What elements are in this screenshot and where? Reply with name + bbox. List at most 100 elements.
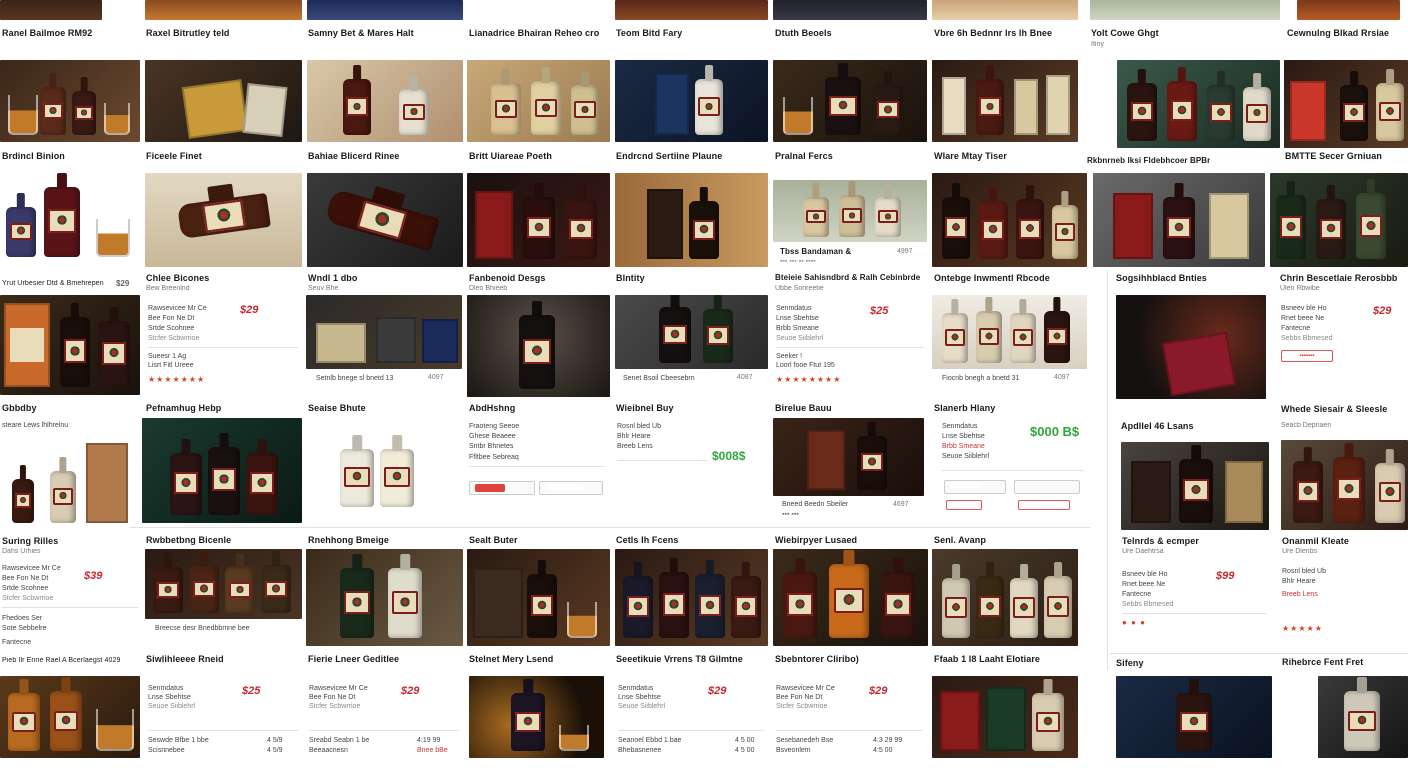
product-title[interactable]: Lianadrice Bhairan Reheo cro: [469, 28, 599, 38]
product-image[interactable]: [1270, 173, 1408, 267]
product-title[interactable]: Telnrds & ecmper: [1122, 536, 1199, 546]
product-detail-card[interactable]: Senmdatus Lnse Sbehtse Seuoe Siiblehrl $…: [145, 680, 302, 760]
product-image[interactable]: [306, 549, 463, 646]
product-title[interactable]: Seeetikuie Vrrens T8 Gilmtne: [616, 654, 743, 664]
product-title[interactable]: Yrut Urbesier Dtd & Bmehrepen: [2, 280, 104, 287]
product-title[interactable]: Vbre 6h Bednnr lrs lh Bnee: [934, 28, 1052, 38]
product-detail-card[interactable]: Bsneev ble Ho Rnet beee Ne Fantecne Sebb…: [1278, 295, 1408, 365]
product-image[interactable]: [334, 433, 426, 513]
product-title[interactable]: Apdllel 46 Lsans: [1121, 421, 1194, 431]
product-image[interactable]: [145, 0, 302, 20]
product-title[interactable]: Fanbenoid Desgs: [469, 273, 546, 283]
product-detail-card[interactable]: Rawsevicee Mr Ce Bee Fon Ne Dt Stcfer Sc…: [306, 680, 463, 760]
product-image[interactable]: [932, 549, 1078, 646]
product-image[interactable]: [307, 60, 463, 142]
product-image[interactable]: [1121, 442, 1269, 530]
product-title[interactable]: Wndl 1 dbo: [308, 273, 358, 283]
product-image[interactable]: [145, 173, 302, 267]
product-title[interactable]: Raxel Bitrutley teld: [146, 28, 230, 38]
product-image[interactable]: [773, 418, 924, 496]
add-to-cart-button[interactable]: [475, 484, 505, 492]
product-title[interactable]: Britt Uiareae Poeth: [469, 151, 552, 161]
product-image[interactable]: [773, 0, 927, 20]
product-image[interactable]: [1117, 60, 1280, 148]
product-image[interactable]: [1318, 676, 1408, 758]
product-image[interactable]: [1116, 295, 1266, 399]
product-detail-card[interactable]: Senmdatus Lnse Sbehtse Brbb Smeane Seuoe…: [773, 295, 927, 395]
product-image[interactable]: [1297, 0, 1400, 20]
product-title[interactable]: Pieb Ilr Enrie Rael A Bcerlaegst 4029: [2, 657, 121, 664]
product-title[interactable]: Sifeny: [1116, 658, 1144, 668]
product-title[interactable]: BMTTE Secer Grniuan: [1285, 151, 1382, 161]
product-title[interactable]: Rkbnrneb lksi Fldebhcoer BPBr: [1087, 156, 1210, 165]
product-image[interactable]: [615, 173, 768, 267]
product-detail-card[interactable]: Senmdatus Lnse Sbehtse Seuoe Siiblehrl $…: [615, 680, 768, 760]
product-title[interactable]: Rnehhong Bmeige: [308, 535, 389, 545]
product-image[interactable]: [1093, 173, 1265, 267]
product-title[interactable]: Bahiae Blicerd Rinee: [308, 151, 400, 161]
product-title[interactable]: Yolt Cowe Ghgt: [1091, 28, 1159, 38]
product-title[interactable]: Suring Rilles: [2, 536, 58, 546]
product-title[interactable]: Endrcnd Sertiine Plaune: [616, 151, 722, 161]
product-title[interactable]: Brdincl Binion: [2, 151, 65, 161]
product-image[interactable]: [0, 0, 102, 20]
product-title[interactable]: Sealt Buter: [469, 535, 518, 545]
product-image[interactable]: [467, 295, 610, 397]
product-image[interactable]: [1090, 0, 1280, 20]
product-title[interactable]: Blntity: [616, 273, 645, 283]
product-title[interactable]: Slanerb Hlany: [934, 403, 995, 413]
product-title[interactable]: Rwbbetbng Bicenle: [146, 535, 231, 545]
add-to-cart-button[interactable]: [950, 482, 980, 488]
product-image[interactable]: [615, 60, 768, 142]
product-image[interactable]: [932, 676, 1078, 758]
option-button[interactable]: [547, 484, 583, 490]
product-image[interactable]: [1281, 440, 1408, 530]
product-title[interactable]: Fierie Lneer Geditlee: [308, 654, 399, 664]
product-title[interactable]: Cetls Ih Fcens: [616, 535, 678, 545]
product-image[interactable]: [1284, 60, 1408, 148]
product-image[interactable]: [0, 60, 140, 142]
product-image[interactable]: [306, 295, 462, 369]
product-image[interactable]: [932, 295, 1087, 369]
product-title[interactable]: Cewnulng Blkad Rrsiae: [1287, 28, 1389, 38]
product-image[interactable]: [142, 418, 302, 523]
product-title[interactable]: Sbebntorer Cliribo): [775, 654, 859, 664]
product-image[interactable]: [773, 549, 928, 646]
product-title[interactable]: Bteieie Sahisndbrd & Ralh Cebinbrde: [775, 273, 920, 282]
product-image[interactable]: [0, 172, 140, 264]
product-title[interactable]: Onanmil Kleate: [1282, 536, 1349, 546]
product-image[interactable]: [615, 295, 768, 369]
option-button[interactable]: [946, 500, 982, 510]
product-image[interactable]: [0, 295, 140, 395]
product-title[interactable]: Wieibnel Buy: [616, 403, 674, 413]
product-title[interactable]: Seaise Bhute: [308, 403, 366, 413]
product-detail-card[interactable]: Senmdatus Lnse Sbehtse Brbb Smeane Seuoe…: [940, 418, 1088, 518]
product-image[interactable]: [467, 173, 610, 267]
product-title[interactable]: Chrin Bescetlaie Rerosbbb: [1280, 273, 1398, 283]
product-detail-card[interactable]: Rosnl bled Ub Bhlr Heare Breeb Lens $008…: [615, 418, 768, 478]
product-title[interactable]: Birelue Bauu: [775, 403, 832, 413]
product-title[interactable]: Senl. Avanp: [934, 535, 986, 545]
product-image[interactable]: [145, 549, 302, 619]
product-title[interactable]: Wiebirpyer Lusaed: [775, 535, 857, 545]
product-title[interactable]: Ficeele Finet: [146, 151, 202, 161]
product-image[interactable]: [773, 60, 927, 142]
product-detail-card[interactable]: Fraoteng Seeoe Ghese Beaeee Sntbr Bhnete…: [467, 418, 610, 508]
product-title[interactable]: Pefnamhug Hebp: [146, 403, 221, 413]
product-title[interactable]: Samny Bet & Mares Halt: [308, 28, 414, 38]
product-image[interactable]: [1116, 676, 1272, 758]
product-title[interactable]: Ontebge Inwmentl Rbcode: [934, 273, 1050, 283]
product-detail-card[interactable]: Rawsevicee Mr Ce Bee Fon Ne Dt Stcfer Sc…: [773, 680, 928, 760]
option-button[interactable]: [1018, 500, 1070, 510]
product-title[interactable]: AbdHshng: [469, 403, 515, 413]
product-title[interactable]: Ranel Bailmoe RM92: [2, 28, 92, 38]
product-image[interactable]: [467, 549, 610, 646]
product-title[interactable]: Wlare Mtay Tiser: [934, 151, 1007, 161]
product-image[interactable]: [615, 0, 768, 20]
product-image[interactable]: [0, 442, 131, 530]
product-image[interactable]: [307, 173, 463, 267]
product-title[interactable]: Teom Bitd Fary: [616, 28, 682, 38]
product-image[interactable]: [932, 173, 1087, 267]
product-title[interactable]: Sogsihhblacd Bnties: [1116, 273, 1207, 283]
product-title[interactable]: Ffaab 1 l8 Laaht Elotiare: [934, 654, 1040, 664]
